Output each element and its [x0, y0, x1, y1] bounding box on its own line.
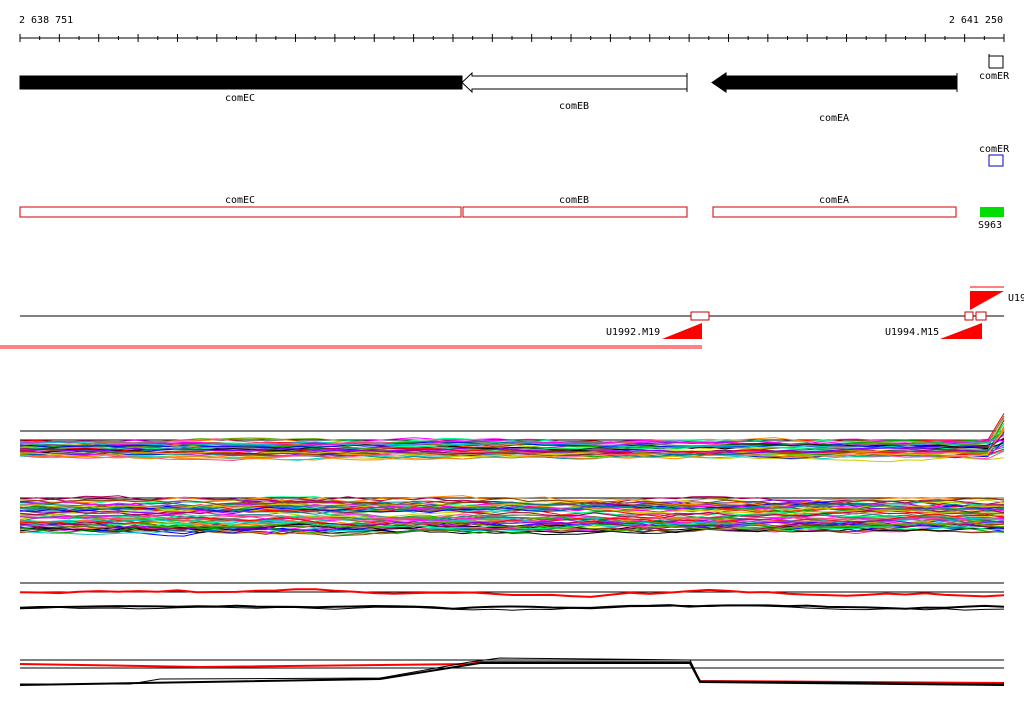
primer-marker-U1994b[interactable]	[975, 311, 987, 321]
gene-label-comEC: comEC	[225, 93, 255, 104]
ruler-end-label: 2 641 250	[949, 15, 1003, 26]
primer-edge-label: U19	[1008, 293, 1024, 304]
annotation-label-comEB: comEB	[559, 195, 589, 206]
primer-label-U1994: U1994.M15	[885, 327, 939, 338]
s963-box-icon[interactable]	[980, 207, 1004, 217]
annotation-label-comEC: comEC	[225, 195, 255, 206]
primer-track: U1992.M19 U1994.M15 U19	[0, 286, 1024, 349]
primer-flag-icon	[970, 291, 1004, 310]
annotation-box-comEB[interactable]	[462, 206, 688, 218]
second-track-edge-label: comER	[979, 144, 1010, 155]
annotation-track: comEC comEB comEA S963	[19, 195, 1004, 231]
primer-label-U1992: U1992.M19	[606, 327, 660, 338]
gene-label-comEB: comEB	[559, 101, 589, 112]
primer-flag-icon	[662, 323, 702, 339]
coordinate-ruler: 2 638 751 2 641 250	[19, 15, 1005, 42]
gene-label-comEA: comEA	[819, 113, 849, 124]
primer-marker-U1994[interactable]	[964, 311, 974, 321]
genome-browser-view: 2 638 751 2 641 250 comEC comEB comEA co…	[0, 15, 1024, 686]
profile-track-3	[19, 582, 1005, 611]
annotation-label-comEA: comEA	[819, 195, 849, 206]
primer-marker-U1992[interactable]	[690, 311, 710, 321]
gene-track: comEC comEB comEA comER	[19, 54, 1010, 124]
gene-arrow-comEA[interactable]	[711, 72, 958, 93]
annotation-box-comEA[interactable]	[712, 206, 957, 218]
comER-box-icon[interactable]	[988, 154, 1004, 167]
gene-arrow-comEC[interactable]	[19, 75, 463, 90]
gene-arrow-comEB[interactable]	[461, 71, 688, 94]
primer-flag-icon	[940, 323, 982, 339]
second-track: comER	[979, 144, 1010, 167]
profile-track-1	[19, 413, 1005, 463]
profile-track-2	[19, 495, 1005, 537]
annotation-box-comEC[interactable]	[19, 206, 462, 218]
profile-track-4	[19, 657, 1005, 686]
comER-start-icon[interactable]	[988, 54, 1004, 69]
profile-series-line	[19, 588, 1005, 598]
ruler-start-label: 2 638 751	[19, 15, 73, 26]
gene-edge-label-comER: comER	[979, 71, 1010, 82]
profile-series-line	[19, 661, 1005, 684]
annotation-edge-label: S963	[978, 220, 1002, 231]
